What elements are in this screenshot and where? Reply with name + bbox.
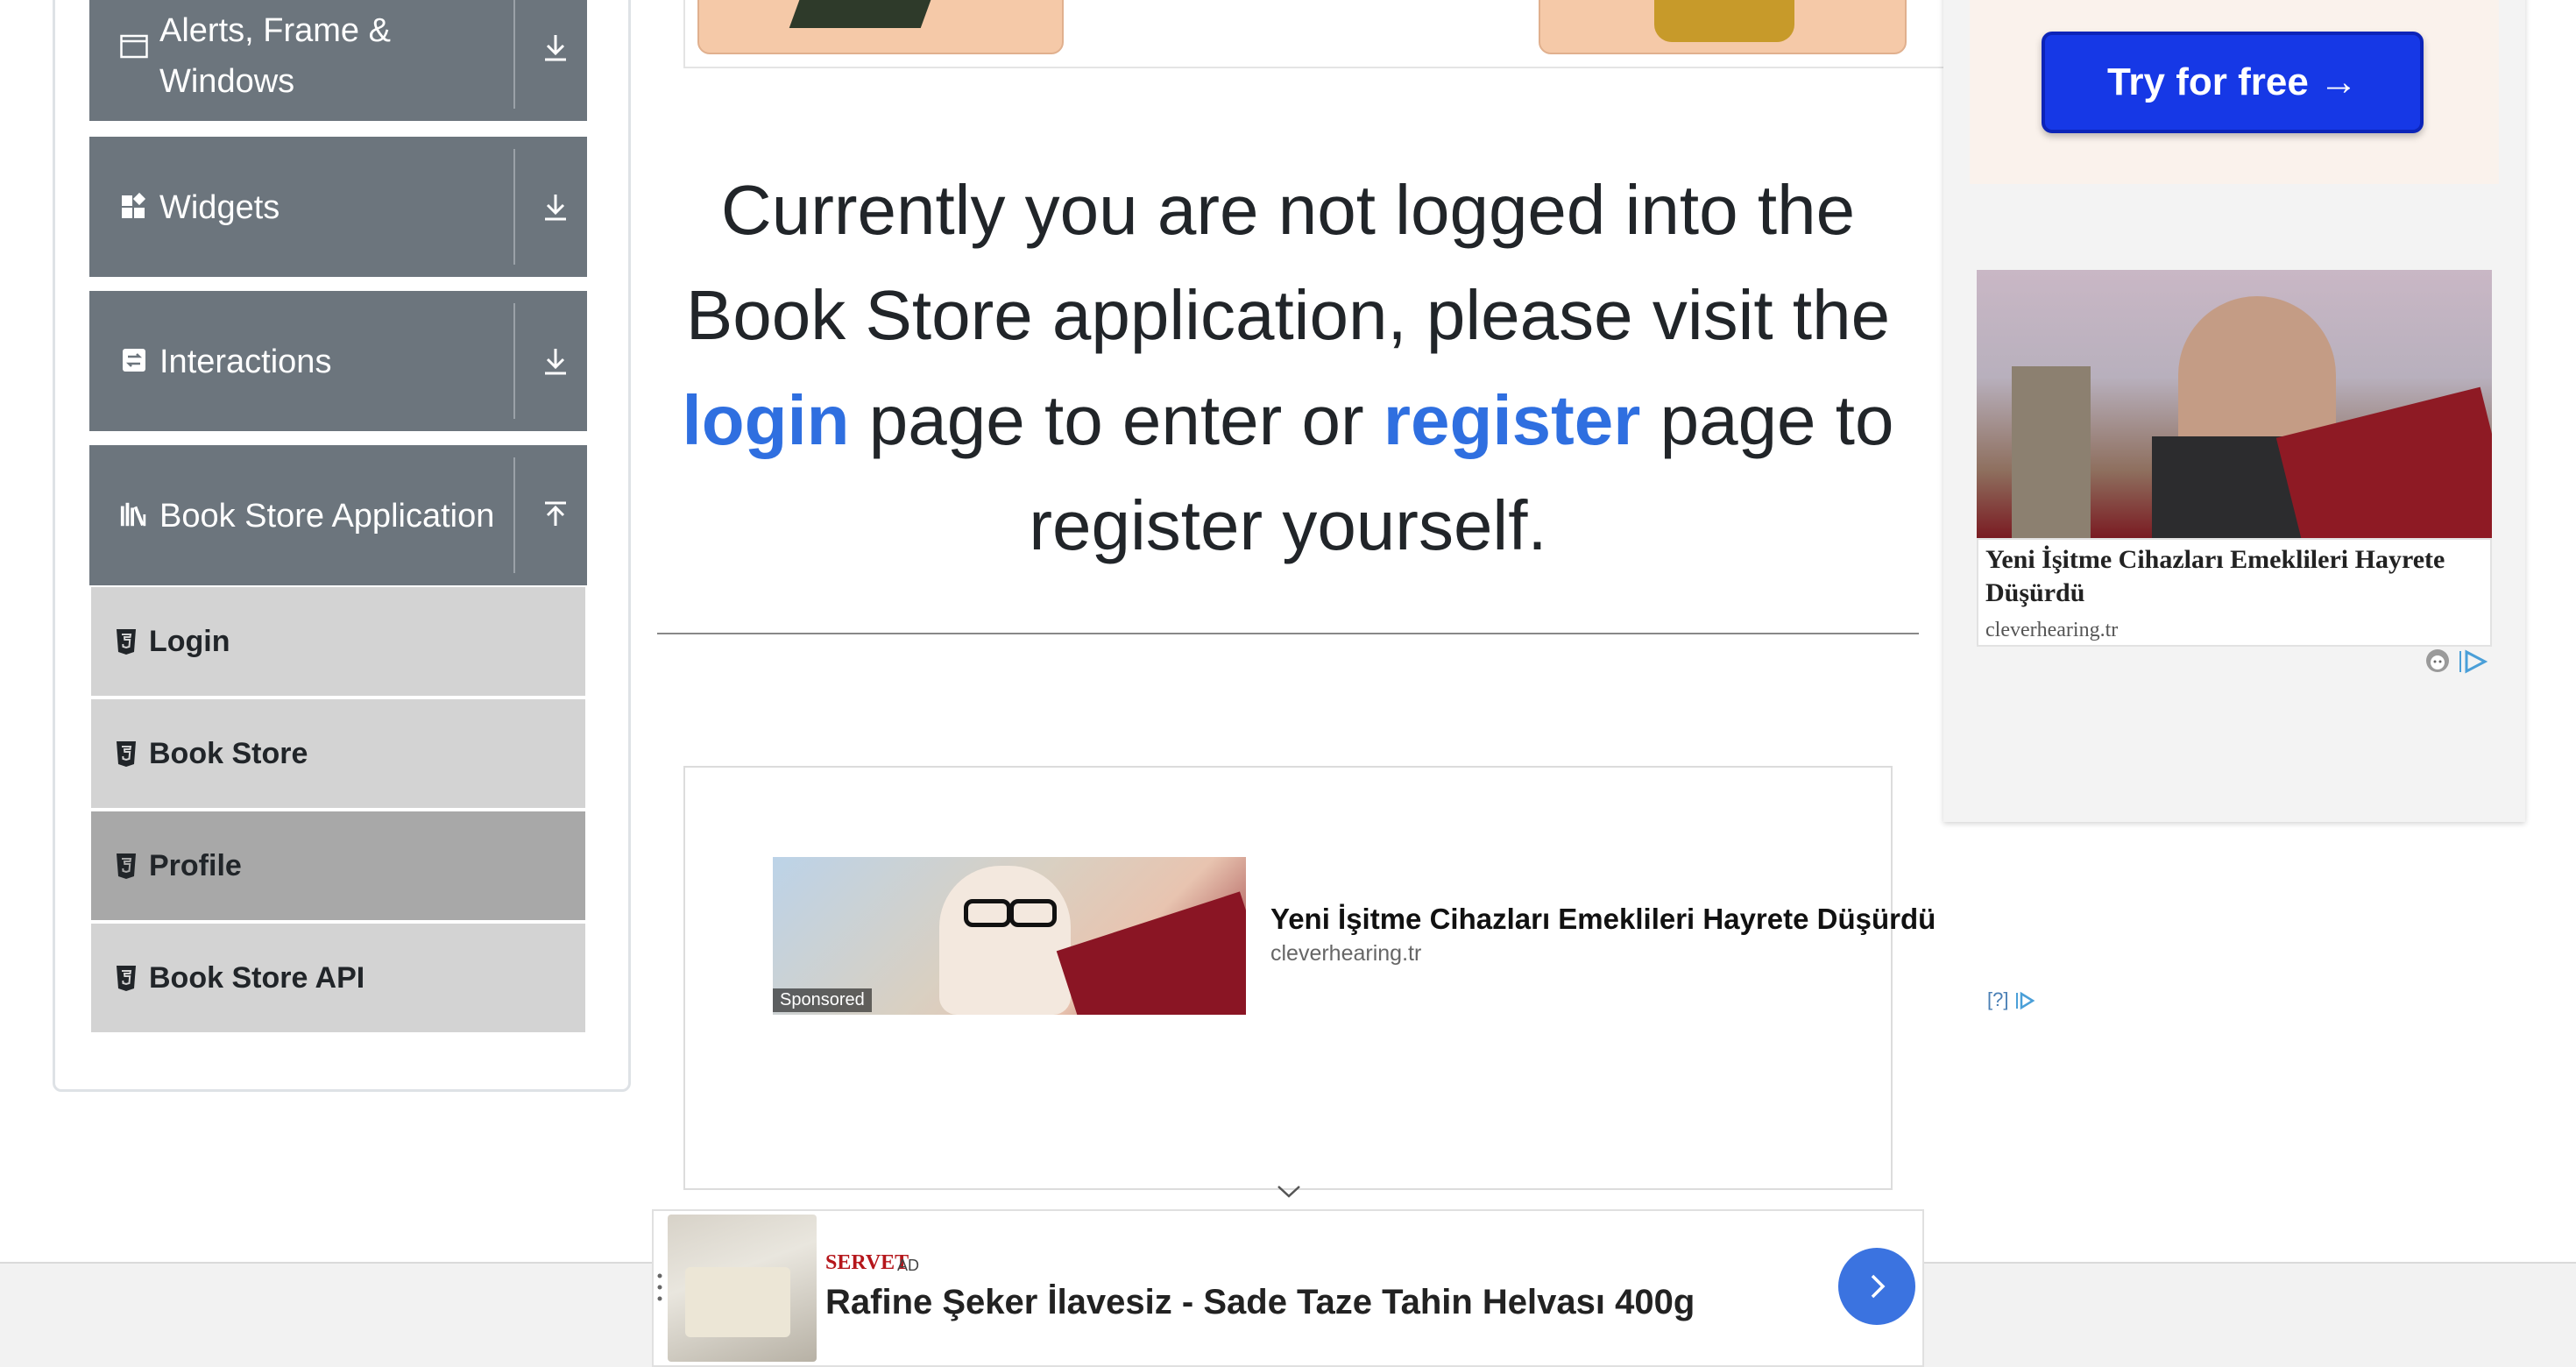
sidebar-item-label: Book Store API [149,960,365,995]
sidebar-group-interactions[interactable]: Interactions [89,291,587,431]
product-image[interactable] [668,1215,817,1362]
sidebar-item-book-store-api[interactable]: Book Store API [91,924,585,1032]
ad-title[interactable]: Yeni İşitme Cihazları Emeklileri Hayrete… [1985,543,2485,610]
download-arrow-icon[interactable] [534,340,577,382]
register-link[interactable]: register [1384,381,1640,459]
html5-icon [117,853,136,879]
chevron-down-icon[interactable] [1276,1183,1302,1205]
divider [513,0,515,109]
ad-privacy-icon[interactable] [2424,647,2452,679]
sidebar-group-label: Widgets [159,189,280,226]
ad-choices[interactable]: [?] [1987,988,2035,1011]
interactions-icon [119,345,149,375]
ad-title[interactable]: Yeni İşitme Cihazları Emeklileri Hayrete… [1270,903,1936,936]
divider [513,457,515,573]
ad-domain: cleverhearing.tr [1270,941,1422,966]
html5-icon [117,629,136,655]
next-arrow-button[interactable] [1838,1248,1915,1325]
message-text: Currently you are not logged into the Bo… [685,171,1891,354]
not-logged-in-message: Currently you are not logged into the Bo… [666,158,1910,578]
ad-label: AD [897,1257,920,1274]
divider [513,149,515,265]
sidebar-group-book-store-application[interactable]: Book Store Application [89,445,587,585]
upload-arrow-icon[interactable] [534,494,577,536]
divider [513,303,515,419]
drag-handle-icon[interactable] [655,1272,664,1307]
try-for-free-button[interactable]: Try for free → [2042,32,2424,133]
sidebar-item-label: Login [149,624,230,658]
download-arrow-icon[interactable] [534,186,577,228]
sponsored-label: Sponsored [773,988,872,1012]
sidebar-item-label: Profile [149,848,242,882]
ad-domain: cleverhearing.tr [1985,619,2119,641]
chevron-right-icon [1871,1274,1886,1299]
sidebar-group-label: Alerts, Frame & [159,12,391,49]
product-image[interactable] [697,0,1064,54]
ad-image[interactable] [1977,270,2492,538]
books-icon [119,499,149,529]
sidebar-item-login[interactable]: Login [91,587,585,696]
html5-icon [117,966,136,991]
ad-title[interactable]: Rafine Şeker İlavesiz - Sade Taze Tahin … [825,1283,1695,1322]
divider [657,633,1919,634]
widgets-icon [119,191,149,221]
download-arrow-icon[interactable] [534,26,577,68]
brand-logo: SERVET [825,1251,909,1274]
html5-icon [117,741,136,767]
adchoices-icon[interactable] [2457,648,2488,679]
sidebar-group-alerts-frame-windows[interactable]: Alerts, Frame & Windows [89,0,587,121]
sidebar-group-label: Interactions [159,344,332,380]
message-text: page to enter or [868,381,1364,459]
sidebar-item-profile[interactable]: Profile [91,811,585,920]
ad-choices-label: [?] [1987,988,2009,1010]
sidebar-item-book-store[interactable]: Book Store [91,699,585,808]
window-icon [119,32,149,61]
adchoices-icon [2015,991,2035,1010]
sidebar-item-label: Book Store [149,736,308,770]
login-link[interactable]: login [682,381,849,459]
sidebar-group-label: Book Store Application [159,498,495,535]
sidebar-group-widgets[interactable]: Widgets [89,137,587,277]
sidebar-group-label-line2: Windows [159,63,295,100]
product-image[interactable] [1539,0,1907,54]
